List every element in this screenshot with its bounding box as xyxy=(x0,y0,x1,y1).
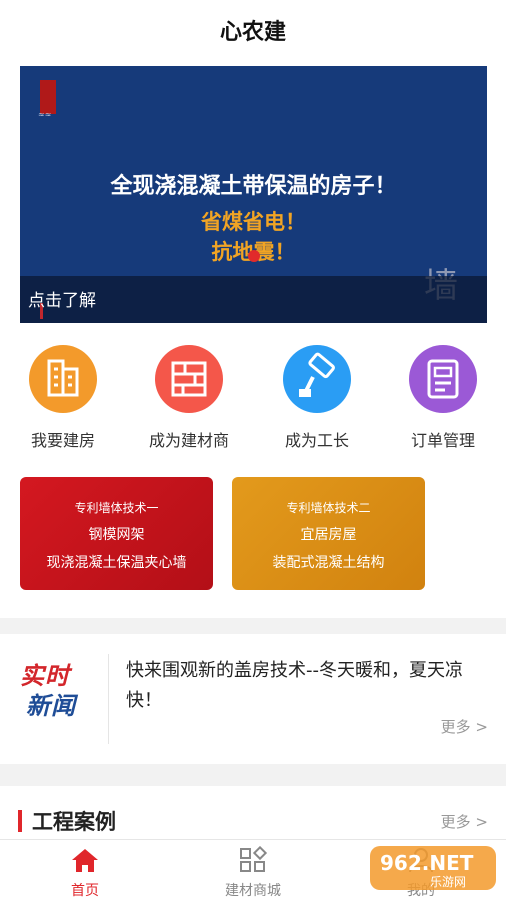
action-label: 成为工长 xyxy=(284,431,349,450)
brand-seal-sub: ≈≈ xyxy=(38,110,52,119)
home-icon xyxy=(72,849,98,872)
tech-card-line1: 钢模网架 xyxy=(88,527,145,543)
tech-card-2[interactable]: 专利墙体技术二 宜居房屋 装配式混凝土结构 xyxy=(232,477,425,590)
action-become-supplier[interactable]: 成为建材商 xyxy=(134,340,244,451)
banner-subline-1: 省煤省电！ xyxy=(201,210,306,234)
tab-home[interactable]: 首页 xyxy=(30,846,140,900)
action-label: 订单管理 xyxy=(410,431,475,450)
action-build-house[interactable]: 我要建房 xyxy=(8,340,118,451)
tech-card-line2: 现浇混凝土保温夹心墙 xyxy=(46,555,187,571)
paint-roller-icon xyxy=(283,345,351,413)
action-label: 成为建材商 xyxy=(148,431,229,450)
news-logo-bottom: 新闻 xyxy=(26,692,76,720)
cases-title: 工程案例 xyxy=(32,810,116,834)
news-section: 实时 新闻 快来围观新的盖房技术--冬天暖和，夏天凉快！ 更多 > xyxy=(0,634,506,764)
watermark-sub: 乐游网 xyxy=(430,875,466,889)
watermark-text: 962.NET xyxy=(380,851,474,875)
tech-card-tag: 专利墙体技术二 xyxy=(286,501,371,515)
app-title: 心农建 xyxy=(219,20,286,45)
news-headline[interactable]: 快来围观新的盖房技术--冬天暖和，夏天凉快！ xyxy=(126,656,491,716)
top-section: ≈≈ 全现浇混凝土带保温的房子！ 省煤省电！ 抗地震！ 墙 点击了解 我要建 xyxy=(0,60,506,618)
news-more-link[interactable]: 更多 > xyxy=(441,716,488,737)
quick-actions: 我要建房 成为建材商 成为工长 订单管理 xyxy=(0,340,506,450)
brick-wall-icon xyxy=(155,345,223,413)
promo-banner[interactable]: ≈≈ 全现浇混凝土带保温的房子！ 省煤省电！ 抗地震！ 墙 点击了解 xyxy=(20,66,487,323)
banner-dot-icon xyxy=(248,250,260,262)
tech-card-tag: 专利墙体技术一 xyxy=(74,501,159,515)
cases-more-link[interactable]: 更多 > xyxy=(441,811,488,832)
section-marker xyxy=(18,810,22,832)
tech-card-1[interactable]: 专利墙体技术一 钢模网架 现浇混凝土保温夹心墙 xyxy=(20,477,213,590)
action-order-management[interactable]: 订单管理 xyxy=(388,340,498,451)
cases-section: 工程案例 更多 > xyxy=(0,786,506,840)
brand-seal-icon xyxy=(40,80,56,114)
tab-label: 首页 xyxy=(71,883,99,899)
site-watermark: 962.NET 乐游网 xyxy=(370,846,496,890)
tech-card-line2: 装配式混凝土结构 xyxy=(272,555,385,571)
action-label: 我要建房 xyxy=(30,431,95,450)
banner-cta[interactable]: 点击了解 xyxy=(28,286,96,311)
news-divider xyxy=(108,654,109,744)
tab-shop[interactable]: 建材商城 xyxy=(198,845,308,900)
tab-label: 建材商城 xyxy=(225,883,281,899)
banner-headline: 全现浇混凝土带保温的房子！ xyxy=(110,174,397,199)
grid-shop-icon xyxy=(240,845,268,872)
building-icon xyxy=(29,345,97,413)
action-become-foreman[interactable]: 成为工长 xyxy=(262,340,372,451)
tech-card-line1: 宜居房屋 xyxy=(300,527,357,543)
app-header: 心农建 xyxy=(0,0,506,60)
order-list-icon xyxy=(409,345,477,413)
